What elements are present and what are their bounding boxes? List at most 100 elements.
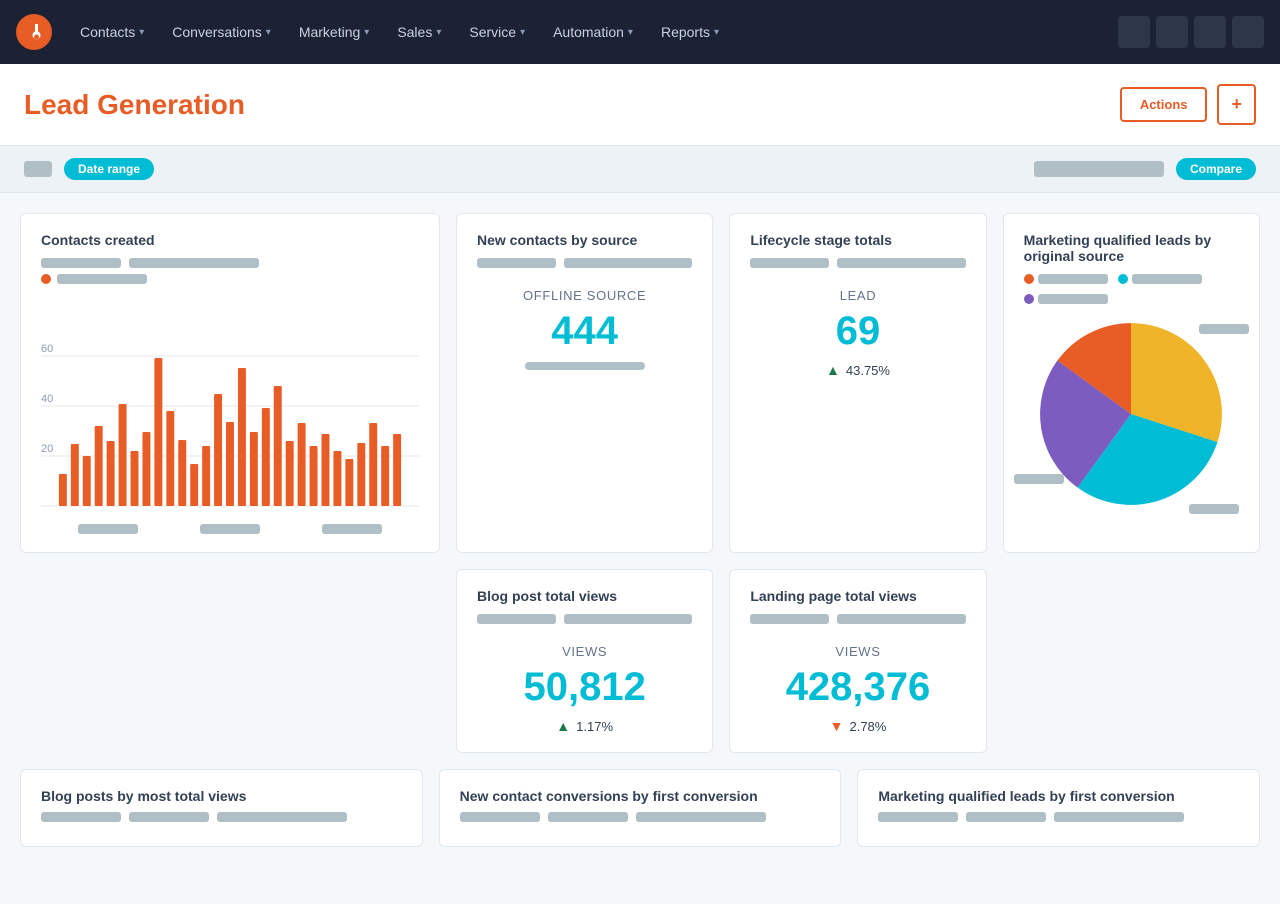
marketing-chevron: ▾ — [364, 27, 369, 38]
lifecycle-value: 69 — [750, 309, 965, 354]
blog-views-title: Blog post total views — [477, 588, 692, 604]
nav-automation[interactable]: Automation ▾ — [541, 16, 645, 48]
card-blog-most-views: Blog posts by most total views — [20, 769, 423, 847]
contacts-chevron: ▾ — [139, 27, 144, 38]
landing-views-title: Landing page total views — [750, 588, 965, 604]
skel8 — [564, 614, 692, 624]
navbar-btn-2[interactable] — [1156, 16, 1188, 48]
contacts-created-title: Contacts created — [41, 232, 419, 248]
skel4 — [564, 258, 692, 268]
nav-contacts[interactable]: Contacts ▾ — [68, 16, 156, 48]
navbar-btn-4[interactable] — [1232, 16, 1264, 48]
nav-conversations[interactable]: Conversations ▾ — [160, 16, 283, 48]
pie-legend-1 — [1024, 274, 1108, 284]
landing-views-source: VIEWS — [750, 644, 965, 659]
hubspot-logo[interactable] — [16, 14, 52, 50]
bar-chart-area: 60 40 20 — [41, 296, 419, 516]
svg-text:20: 20 — [41, 443, 53, 455]
pie-ext-skel2 — [1014, 474, 1064, 484]
landing-views-arrow: ▼ — [830, 718, 844, 734]
pie-skel-2 — [1132, 274, 1202, 284]
pie-legend-2 — [1118, 274, 1202, 284]
skel18 — [966, 812, 1046, 822]
pie-label-left — [1014, 474, 1064, 484]
pie-skel-3 — [1038, 294, 1108, 304]
add-button[interactable]: + — [1217, 84, 1256, 125]
navbar: Contacts ▾ Conversations ▾ Marketing ▾ S… — [0, 0, 1280, 64]
blog-most-views-title: Blog posts by most total views — [41, 788, 402, 804]
landing-views-trend-val: 2.78% — [849, 719, 886, 734]
svg-text:60: 60 — [41, 343, 53, 355]
landing-views-trend: ▼ 2.78% — [750, 718, 965, 734]
navbar-btn-1[interactable] — [1118, 16, 1150, 48]
nav-marketing[interactable]: Marketing ▾ — [287, 16, 382, 48]
dashboard: Contacts created 60 40 2 — [0, 193, 1280, 867]
bar-chart-labels — [41, 524, 419, 534]
lifecycle-source-label: LEAD — [750, 288, 965, 303]
compare-placeholder — [1034, 161, 1164, 177]
skel6 — [837, 258, 965, 268]
pie-dot-1 — [1024, 274, 1034, 284]
new-contacts-bar — [525, 362, 645, 370]
pie-ext-skel1 — [1199, 324, 1249, 334]
spacer-col4 — [1003, 569, 1260, 753]
mfc-skel-1 — [878, 812, 1239, 822]
card-blog-post-views: Blog post total views VIEWS 50,812 ▲ 1.1… — [456, 569, 713, 753]
pie-chart-container — [1024, 314, 1239, 514]
card-landing-page-views: Landing page total views VIEWS 428,376 ▼… — [729, 569, 986, 753]
blog-views-trend: ▲ 1.17% — [477, 718, 692, 734]
ncs-skel-row — [477, 258, 692, 268]
compare-chip[interactable]: Compare — [1176, 158, 1256, 180]
skel16 — [636, 812, 766, 822]
date-range-chip[interactable]: Date range — [64, 158, 154, 180]
card-mql-source: Marketing qualified leads by original so… — [1003, 213, 1260, 553]
skel1 — [41, 258, 121, 268]
sales-chevron: ▾ — [436, 27, 441, 38]
navbar-right-buttons — [1118, 16, 1264, 48]
spacer-col1 — [20, 569, 440, 753]
blog-views-source: VIEWS — [477, 644, 692, 659]
skel15 — [548, 812, 628, 822]
bar-label-1 — [78, 524, 138, 534]
skel12 — [129, 812, 209, 822]
bmv-skel-1 — [41, 812, 402, 822]
cards-row-middle: Blog post total views VIEWS 50,812 ▲ 1.1… — [20, 569, 1260, 753]
page-title: Lead Generation — [24, 89, 245, 121]
add-icon: + — [1231, 94, 1242, 115]
nav-sales[interactable]: Sales ▾ — [385, 16, 453, 48]
nav-service[interactable]: Service ▾ — [457, 16, 537, 48]
contacts-skel-row1 — [41, 258, 419, 268]
pie-legend-3 — [1024, 294, 1108, 304]
pie-ext-skel3 — [1189, 504, 1239, 514]
pie-skel-1 — [1038, 274, 1108, 284]
skel2 — [129, 258, 259, 268]
navbar-btn-3[interactable] — [1194, 16, 1226, 48]
ls-skel-row — [750, 258, 965, 268]
new-contact-conversions-title: New contact conversions by first convers… — [460, 788, 821, 804]
header-actions: Actions + — [1120, 84, 1256, 125]
skel14 — [460, 812, 540, 822]
page-header: Lead Generation Actions + — [0, 64, 1280, 146]
skel19 — [1054, 812, 1184, 822]
skel17 — [878, 812, 958, 822]
bv-skel-row — [477, 614, 692, 624]
skel13 — [217, 812, 347, 822]
reports-chevron: ▾ — [714, 27, 719, 38]
card-lifecycle-stage: Lifecycle stage totals LEAD 69 ▲ 43.75% — [729, 213, 986, 553]
actions-button[interactable]: Actions — [1120, 87, 1208, 122]
filter-tag — [24, 161, 52, 177]
card-new-contacts-source: New contacts by source OFFLINE SOURCE 44… — [456, 213, 713, 553]
new-contacts-source-label: OFFLINE SOURCE — [477, 288, 692, 303]
legend-dot — [41, 274, 51, 284]
mql-title: Marketing qualified leads by original so… — [1024, 232, 1239, 264]
lv-skel-row — [750, 614, 965, 624]
nav-reports[interactable]: Reports ▾ — [649, 16, 731, 48]
conversations-chevron: ▾ — [266, 27, 271, 38]
card-mql-first-conversion: Marketing qualified leads by first conve… — [857, 769, 1260, 847]
pie-dot-3 — [1024, 294, 1034, 304]
card-new-contact-conversions: New contact conversions by first convers… — [439, 769, 842, 847]
blog-views-arrow: ▲ — [556, 718, 570, 734]
skel5 — [750, 258, 829, 268]
pie-label-bottom-right — [1189, 504, 1239, 514]
lifecycle-title: Lifecycle stage totals — [750, 232, 965, 248]
